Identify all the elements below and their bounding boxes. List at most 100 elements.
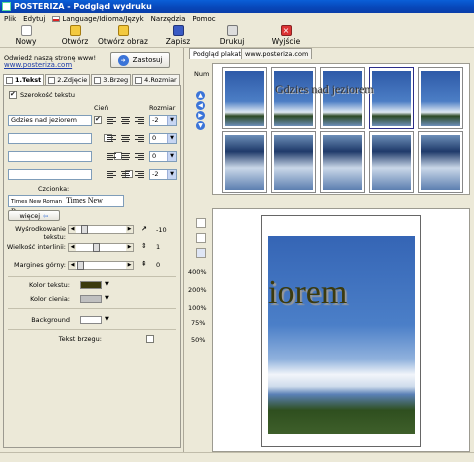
poster-tile[interactable] (418, 131, 463, 193)
line-spacing-slider[interactable]: ◀ ▶ (68, 243, 134, 252)
status-bar (0, 452, 474, 462)
app-icon (2, 2, 11, 11)
background-label: Background (31, 316, 70, 324)
menu-language[interactable]: Language/Idioma/Język (52, 15, 144, 23)
zoom-100[interactable]: 100% (188, 304, 207, 312)
menu-edit[interactable]: Edytuj (23, 15, 45, 23)
chevron-down-icon: ▼ (167, 134, 176, 143)
align-right-icon[interactable] (135, 134, 144, 143)
new-button[interactable]: Nowy (6, 25, 46, 46)
window-title: POSTERIZA - Podgląd wydruku (14, 2, 152, 11)
website-link[interactable]: www.posteriza.com (4, 61, 72, 69)
poster-tile[interactable] (271, 131, 316, 193)
num-label: Num (194, 70, 210, 78)
shadow-color-swatch[interactable] (80, 295, 102, 303)
align-center-icon[interactable] (121, 170, 130, 179)
top-margin-slider[interactable]: ◀ ▶ (68, 261, 134, 270)
text-width-checkbox[interactable] (9, 90, 17, 99)
arrow-right-icon[interactable]: ▶ (196, 111, 205, 120)
text-line-2-input[interactable] (8, 133, 92, 144)
line-spacing-icon: ⇕ (141, 242, 147, 250)
zoom-400[interactable]: 400% (188, 268, 207, 276)
align-center-icon[interactable] (121, 152, 130, 161)
exit-button[interactable]: × Wyjście (266, 25, 306, 46)
slider-thumb[interactable] (77, 261, 84, 270)
align-right-icon[interactable] (135, 170, 144, 179)
tile-image (323, 135, 362, 190)
open-image-button[interactable]: Otwórz obraz (98, 25, 148, 46)
chevron-down-icon[interactable]: ▼ (105, 316, 109, 322)
tile-image (274, 135, 313, 190)
tab-size[interactable]: 4.Rozmiar (132, 74, 180, 85)
zoom-200[interactable]: 200% (188, 286, 207, 294)
tab-border[interactable]: 3.Brzeg (91, 74, 132, 85)
text-line-2-size-select[interactable]: 0 ▼ (149, 133, 177, 144)
align-right-icon[interactable] (135, 116, 144, 125)
text-line-3-input[interactable] (8, 151, 92, 162)
apply-button[interactable]: ➜ Zastosuj (110, 52, 170, 68)
edge-text-label: Tekst brzegu: (58, 335, 102, 343)
open-button[interactable]: Otwórz (55, 25, 95, 46)
poster-tile[interactable] (271, 67, 316, 129)
text-line-1-input[interactable]: Gdzies nad jeziorem (8, 115, 92, 126)
zoom-75[interactable]: 75% (191, 319, 205, 327)
text-line-1-size-select[interactable]: -2 ▼ (149, 115, 177, 126)
tab-text[interactable]: 1.Tekst (3, 74, 45, 85)
poster-tile[interactable] (222, 67, 267, 129)
tab-photo[interactable]: 2.Zdjęcie (45, 74, 91, 85)
text-line-1-shadow-checkbox[interactable] (94, 115, 102, 124)
tile-image (372, 71, 411, 126)
text-line-4-size-select[interactable]: -2 ▼ (149, 169, 177, 180)
arrow-down-icon[interactable]: ▼ (196, 121, 205, 130)
slider-thumb[interactable] (81, 225, 88, 234)
arrow-up-icon[interactable]: ▲ (196, 91, 205, 100)
toolbar: Nowy Otwórz Otwórz obraz Zapisz Drukuj ×… (0, 24, 474, 48)
poster-tile[interactable] (418, 67, 463, 129)
poster-tile[interactable] (222, 131, 267, 193)
arrow-right-icon: ➜ (117, 54, 129, 66)
menu-bar: Plik Edytuj Language/Idioma/Język Narzęd… (0, 13, 474, 24)
poster-tile-selected[interactable] (369, 67, 414, 129)
align-left-icon[interactable] (107, 170, 116, 179)
text-line-3-size-select[interactable]: 0 ▼ (149, 151, 177, 162)
print-button-label: Drukuj (219, 37, 245, 46)
menu-tools[interactable]: Narzędzia (151, 15, 186, 23)
align-left-icon[interactable] (107, 134, 116, 143)
align-left-icon[interactable] (107, 116, 116, 125)
text-color-swatch[interactable] (80, 281, 102, 289)
save-button[interactable]: Zapisz (158, 25, 198, 46)
font-select[interactable]: Times New Roman Times New Roman (8, 195, 124, 216)
page-icon[interactable] (196, 218, 206, 228)
background-color-swatch[interactable] (80, 316, 102, 324)
more-fonts-button[interactable]: więcej ⇦ (8, 210, 60, 221)
tab-website[interactable]: www.posteriza.com (241, 48, 313, 59)
menu-help[interactable]: Pomoc (192, 15, 215, 23)
edge-text-checkbox[interactable] (145, 335, 154, 343)
chevron-down-icon[interactable]: ▼ (105, 295, 109, 301)
align-right-icon[interactable] (135, 152, 144, 161)
poster-tile[interactable] (320, 67, 365, 129)
exit-button-label: Wyjście (271, 37, 301, 46)
slider-thumb[interactable] (93, 243, 100, 252)
chevron-down-icon[interactable]: ▼ (105, 281, 109, 287)
align-center-icon[interactable] (121, 116, 130, 125)
text-line-2-size-value: 0 (152, 134, 157, 142)
zoom-icon[interactable] (196, 248, 206, 258)
fit-icon[interactable] (196, 233, 206, 243)
print-button[interactable]: Drukuj (212, 25, 252, 46)
text-align-slider[interactable]: ◀ ▶ (68, 225, 134, 234)
text-width-label: Szerokość tekstu (20, 91, 75, 99)
align-left-icon[interactable] (107, 152, 116, 161)
folder-image-icon (117, 25, 129, 36)
text-width-option[interactable]: Szerokość tekstu (9, 90, 75, 99)
menu-file[interactable]: Plik (4, 15, 16, 23)
poster-tile[interactable] (320, 131, 365, 193)
align-center-icon[interactable] (121, 134, 130, 143)
floppy-disk-icon (172, 25, 184, 36)
arrow-left-icon[interactable]: ◀ (196, 101, 205, 110)
text-line-4-input[interactable] (8, 169, 92, 180)
zoom-50[interactable]: 50% (191, 336, 205, 344)
size-column-label: Rozmiar (149, 104, 176, 112)
chevron-down-icon: ▼ (167, 152, 176, 161)
poster-tile[interactable] (369, 131, 414, 193)
